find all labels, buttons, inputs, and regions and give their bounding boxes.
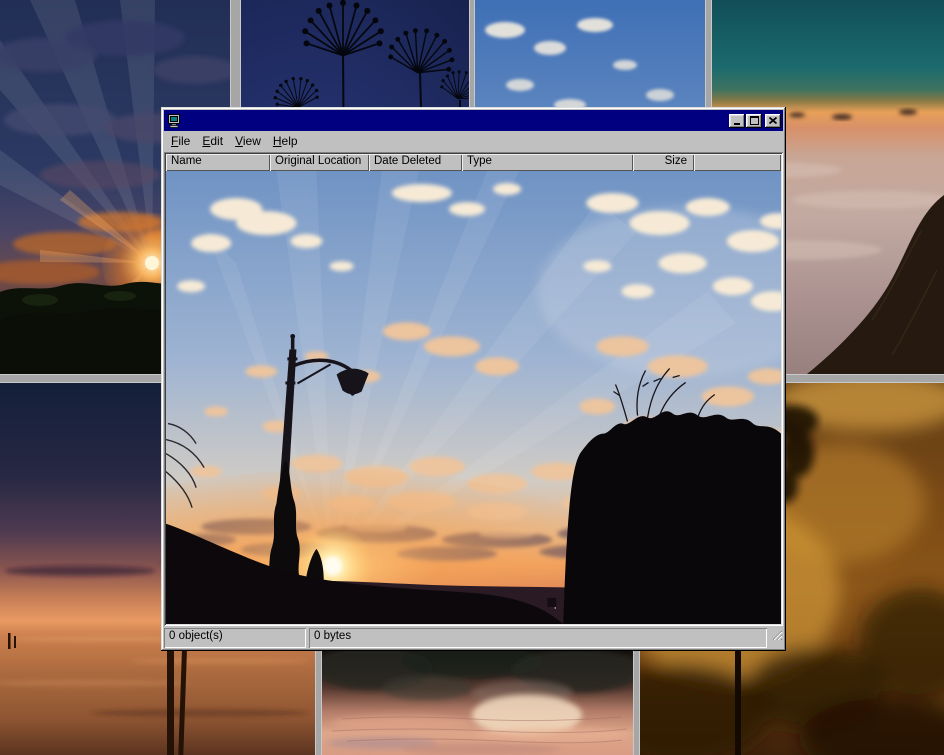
menu-help[interactable]: Help [267,132,304,150]
status-bar: 0 object(s) 0 bytes [164,628,783,648]
title-bar[interactable] [164,110,783,131]
close-icon [769,117,777,124]
maximize-icon [750,116,759,125]
file-list-control: Name Original Location Date Deleted Type… [164,152,783,626]
column-headers: Name Original Location Date Deleted Type… [166,154,781,171]
status-byte-count: 0 bytes [309,628,767,648]
column-header-blank [694,154,781,171]
minimize-button[interactable] [729,114,745,128]
column-header-name[interactable]: Name [166,154,270,171]
maximize-button[interactable] [746,114,762,128]
minimize-icon [733,117,742,125]
column-header-original-location[interactable]: Original Location [270,154,369,171]
menu-bar: File Edit View Help [164,131,783,151]
recycle-bin-window: File Edit View Help Name Original Locati… [161,107,786,651]
menu-file[interactable]: File [165,132,196,150]
window-system-icon[interactable] [167,114,182,128]
menu-edit[interactable]: Edit [196,132,229,150]
column-header-date-deleted[interactable]: Date Deleted [369,154,462,171]
status-object-count: 0 object(s) [164,628,306,648]
close-button[interactable] [765,114,781,128]
resize-grip-icon [770,628,783,641]
desktop: { "desktop": { "gap_color": "#a6a6a6", "… [0,0,944,755]
file-list-area[interactable]: pingo [166,171,781,624]
column-header-type[interactable]: Type [462,154,633,171]
column-header-size[interactable]: Size [633,154,694,171]
resize-grip[interactable] [770,628,783,648]
menu-view[interactable]: View [229,132,267,150]
